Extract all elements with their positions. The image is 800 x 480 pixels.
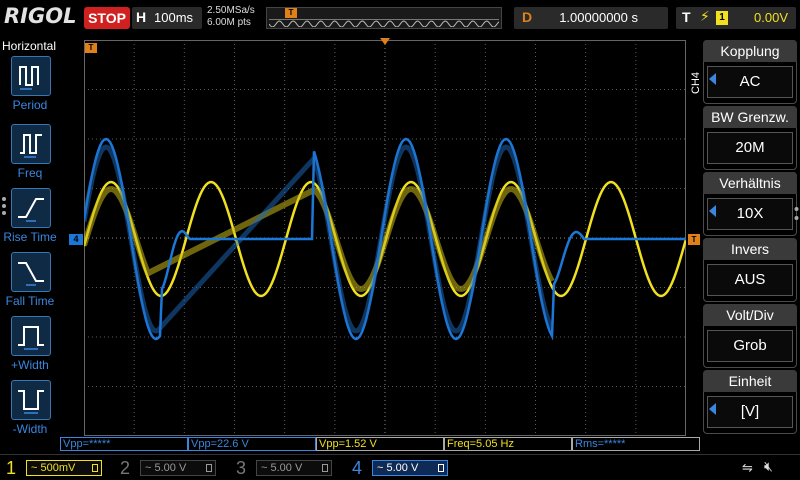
menu-invert-title: Invers — [703, 238, 797, 260]
channel-number: 4 — [352, 458, 363, 478]
fall-time-icon — [11, 252, 51, 292]
top-status-bar: RIGOL STOP H 100ms 2.50MSa/s 6.00M pts T… — [0, 0, 800, 36]
menu-ratio-value: 10X — [707, 198, 793, 230]
menu-volt-div-title: Volt/Div — [703, 304, 797, 326]
channel-2-status[interactable]: 2 ~ 5.00 V — [114, 457, 224, 479]
channel-3-status[interactable]: 3 ~ 5.00 V — [230, 457, 340, 479]
horizontal-measure-menu: Horizontal Period Freq Rise Time Fall Ti… — [0, 36, 60, 456]
menu-invert[interactable]: Invers AUS — [703, 238, 797, 302]
speaker-muted-icon[interactable]: 🔇︎ — [764, 459, 773, 475]
menu-bw-limit[interactable]: BW Grenzw. 20M — [703, 106, 797, 170]
acquisition-info: 2.50MSa/s 6.00M pts — [207, 5, 255, 29]
measurement-item[interactable]: Vpp=22.6 V — [188, 437, 316, 451]
measure-rise-time[interactable]: Rise Time — [0, 188, 60, 252]
delay-label: D — [522, 9, 533, 25]
measure-negative-width[interactable]: -Width — [0, 380, 60, 444]
measurement-item[interactable]: Vpp=1.52 V — [316, 437, 444, 451]
positive-width-icon — [11, 316, 51, 356]
menu-kopplung-value: AC — [707, 66, 793, 98]
measure-fall-time[interactable]: Fall Time — [0, 252, 60, 316]
ch4-trace-shadow — [84, 144, 555, 334]
measurement-item[interactable]: Vpp=***** — [60, 437, 188, 451]
menu-bw-limit-title: BW Grenzw. — [703, 106, 797, 128]
timebase-value: 100ms — [154, 10, 194, 25]
usb-icon: ⇋ — [742, 461, 753, 476]
knob-arrow-icon — [709, 73, 716, 85]
measure-period-label: Period — [12, 98, 48, 112]
delay-box[interactable]: D 1.00000000 s — [514, 7, 668, 29]
measure-negative-width-label: -Width — [12, 422, 48, 436]
channel-scale: ~ 5.00 V — [140, 460, 216, 476]
channel-status-bar: 1 ~ 500mV 2 ~ 5.00 V 3 ~ 5.00 V 4 ~ 5.00… — [0, 454, 800, 480]
measure-fall-time-label: Fall Time — [5, 294, 55, 308]
menu-unit[interactable]: Einheit [V] — [703, 370, 797, 434]
measurement-item[interactable]: Rms=***** — [572, 437, 700, 451]
rise-time-icon — [11, 188, 51, 228]
trigger-box[interactable]: T ⚡ 1 0.00V — [676, 7, 796, 29]
channel-1-status[interactable]: 1 ~ 500mV — [0, 457, 110, 479]
measure-positive-width-label: +Width — [11, 358, 49, 372]
trigger-label: T — [682, 9, 691, 25]
channel-scale: ~ 500mV — [26, 460, 102, 476]
menu-bw-limit-value: 20M — [707, 132, 793, 164]
channel-tag: CH4 — [690, 71, 702, 94]
knob-arrow-icon — [709, 403, 716, 415]
menu-kopplung-title: Kopplung — [703, 40, 797, 62]
channel-scale: ~ 5.00 V — [372, 460, 448, 476]
measure-freq[interactable]: Freq — [0, 124, 60, 188]
timebase-label: H — [136, 9, 147, 25]
memory-overview-bar[interactable]: T — [266, 7, 502, 29]
trigger-position-top-marker — [380, 38, 390, 45]
memory-waveform-preview — [269, 19, 499, 27]
menu-kopplung[interactable]: Kopplung AC — [703, 40, 797, 104]
channel-number: 3 — [236, 458, 247, 478]
menu-unit-value: [V] — [707, 396, 793, 428]
timebase-box[interactable]: H 100ms — [132, 7, 202, 29]
measurement-item[interactable]: Freq=5.05 Hz — [444, 437, 572, 451]
measure-period[interactable]: Period — [0, 56, 60, 120]
freq-icon — [11, 124, 51, 164]
channel-settings-menu: Kopplung AC BW Grenzw. 20M Verhältnis 10… — [703, 38, 800, 458]
menu-title: Horizontal — [2, 39, 57, 53]
menu-invert-value: AUS — [707, 264, 793, 296]
rising-edge-icon: ⚡ — [700, 9, 710, 25]
trigger-level-value: 0.00V — [754, 10, 788, 25]
brand-logo: RIGOL — [4, 4, 77, 28]
sample-rate: 2.50MSa/s — [207, 5, 255, 16]
trigger-level-marker[interactable]: T — [688, 234, 700, 245]
channel-number: 1 — [6, 458, 17, 478]
measure-freq-label: Freq — [17, 166, 43, 180]
run-stop-indicator[interactable]: STOP — [84, 7, 130, 29]
menu-unit-title: Einheit — [703, 370, 797, 392]
negative-width-icon — [11, 380, 51, 420]
menu-volt-div[interactable]: Volt/Div Grob — [703, 304, 797, 368]
menu-ratio-title: Verhältnis — [703, 172, 797, 194]
measure-positive-width[interactable]: +Width — [0, 316, 60, 380]
trigger-position-marker: T — [285, 8, 297, 18]
page-indicator-dots — [2, 197, 6, 215]
knob-arrow-icon — [709, 205, 716, 217]
measurement-bar: Vpp=***** Vpp=22.6 V Vpp=1.52 V Freq=5.0… — [60, 437, 700, 451]
menu-ratio[interactable]: Verhältnis 10X — [703, 172, 797, 236]
channel-scale: ~ 5.00 V — [256, 460, 332, 476]
ch4-offset-marker[interactable]: 4 — [69, 234, 83, 245]
menu-page-dots — [794, 207, 799, 220]
channel-number: 2 — [120, 458, 131, 478]
waveform-display — [84, 40, 686, 433]
delay-value: 1.00000000 s — [559, 10, 638, 25]
channel-4-status[interactable]: 4 ~ 5.00 V — [346, 457, 466, 479]
trigger-time-marker[interactable]: T — [85, 43, 97, 53]
menu-volt-div-value: Grob — [707, 330, 793, 362]
memory-depth: 6.00M pts — [207, 17, 251, 28]
trigger-source-channel: 1 — [716, 11, 728, 25]
period-icon — [11, 56, 51, 96]
measure-rise-time-label: Rise Time — [3, 230, 57, 244]
